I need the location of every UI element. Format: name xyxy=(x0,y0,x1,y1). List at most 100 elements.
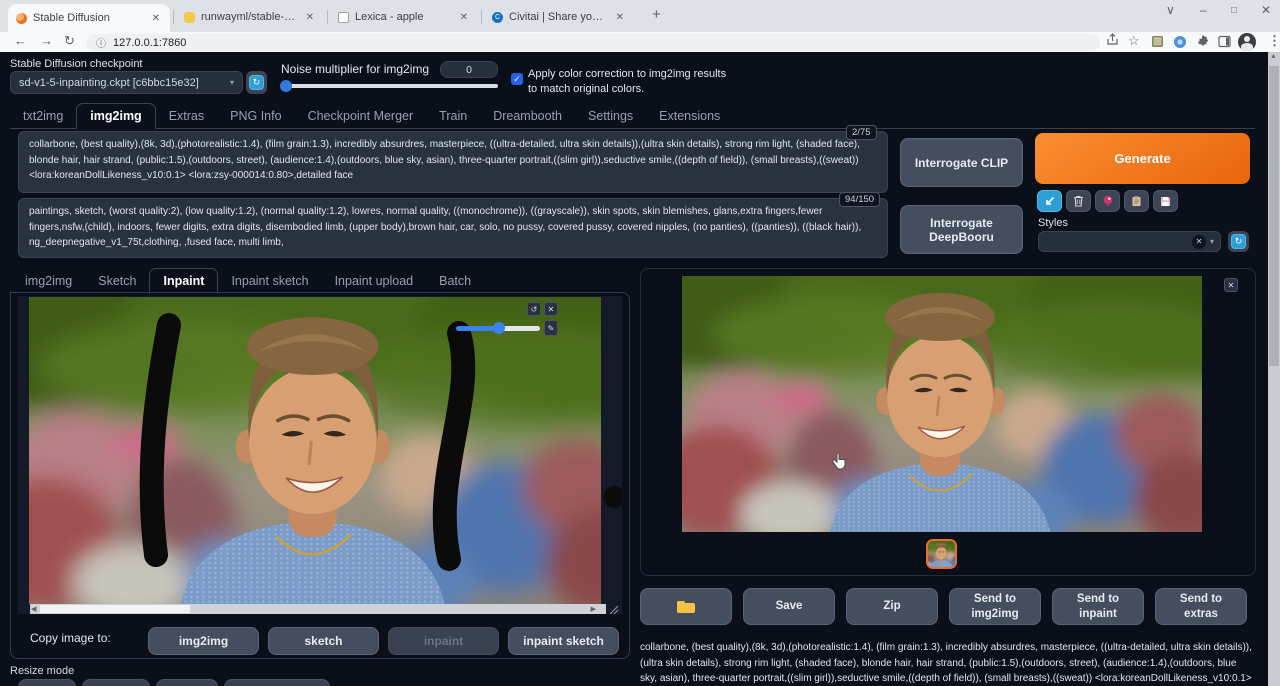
apply-style-button[interactable] xyxy=(1124,190,1149,212)
mode-tab-sketch[interactable]: Sketch xyxy=(85,269,149,293)
negative-prompt-textarea[interactable]: paintings, sketch, (worst quality:2), (l… xyxy=(18,198,888,258)
color-correction-checkbox[interactable]: ✓ xyxy=(511,73,523,85)
resize-mode-label: Resize mode xyxy=(10,665,75,677)
window-maximize-icon[interactable]: □ xyxy=(1231,5,1237,16)
resize-mode-option[interactable] xyxy=(82,679,150,686)
browser-tab[interactable]: Stable Diffusion ✕ xyxy=(8,4,170,32)
checkpoint-refresh-button[interactable]: ↻ xyxy=(246,71,267,94)
styles-dropdown[interactable]: ✕ ▾ xyxy=(1038,231,1221,252)
tab-favicon xyxy=(338,11,349,23)
tab-close-icon[interactable]: ✕ xyxy=(304,12,316,23)
save-button[interactable]: Save xyxy=(743,588,835,625)
scroll-up-icon[interactable]: ▲ xyxy=(1270,53,1277,60)
browser-tab[interactable]: Lexica - apple ✕ xyxy=(330,6,478,28)
browser-tab[interactable]: C Civitai | Share your models ✕ xyxy=(484,6,634,28)
tab-txt2img[interactable]: txt2img xyxy=(10,104,76,128)
open-folder-button[interactable] xyxy=(640,588,732,625)
canvas-h-scrollbar[interactable]: ◀ ▶ xyxy=(30,604,606,614)
checkpoint-dropdown[interactable]: sd-v1-5-inpainting.ckpt [c6bbc15e32] ▾ xyxy=(10,71,243,94)
copy-to-sketch-button[interactable]: sketch xyxy=(268,627,379,655)
tab-checkpoint-merger[interactable]: Checkpoint Merger xyxy=(295,104,427,128)
zip-button[interactable]: Zip xyxy=(846,588,938,625)
extension-grid-icon[interactable] xyxy=(1151,35,1164,51)
resize-mode-option[interactable] xyxy=(156,679,218,686)
bookmark-star-icon[interactable]: ☆ xyxy=(1128,33,1140,49)
clear-styles-icon[interactable]: ✕ xyxy=(1191,234,1206,249)
mode-tab-img2img[interactable]: img2img xyxy=(12,269,85,293)
copy-to-inpaint-sketch-button[interactable]: inpaint sketch xyxy=(508,627,619,655)
tab-dreambooth[interactable]: Dreambooth xyxy=(480,104,575,128)
refresh-icon: ↻ xyxy=(1231,234,1246,249)
resize-grip-icon[interactable] xyxy=(608,604,620,616)
mode-tab-inpaint-sketch[interactable]: Inpaint sketch xyxy=(218,269,321,293)
window-minimize-icon[interactable]: – xyxy=(1200,3,1207,17)
clear-image-icon[interactable]: ✕ xyxy=(544,302,558,316)
side-panel-icon[interactable] xyxy=(1218,35,1231,51)
browser-tab[interactable]: runwayml/stable-diffusion-inpai ✕ xyxy=(176,6,324,28)
scrollbar-thumb[interactable] xyxy=(40,605,190,613)
tab-img2img[interactable]: img2img xyxy=(76,103,156,129)
interrogate-clip-button[interactable]: Interrogate CLIP xyxy=(900,138,1023,187)
slider-handle[interactable] xyxy=(280,80,292,92)
scrollbar-thumb[interactable] xyxy=(1269,66,1279,366)
tab-extensions[interactable]: Extensions xyxy=(646,104,733,128)
styles-refresh-button[interactable]: ↻ xyxy=(1228,231,1249,252)
resize-mode-option[interactable] xyxy=(224,679,330,686)
send-to-inpaint-button[interactable]: Send to inpaint xyxy=(1052,588,1144,625)
scroll-right-icon[interactable]: ▶ xyxy=(591,605,596,613)
tab-close-icon[interactable]: ✕ xyxy=(458,12,470,23)
mode-tab-batch[interactable]: Batch xyxy=(426,269,484,293)
inpaint-canvas[interactable]: ↺ ✕ ✎ xyxy=(18,296,622,614)
paste-params-button[interactable] xyxy=(1037,190,1062,212)
tab-close-icon[interactable]: ✕ xyxy=(614,12,626,23)
send-to-extras-button[interactable]: Send to extras xyxy=(1155,588,1247,625)
extensions-puzzle-icon[interactable] xyxy=(1197,35,1210,51)
browser-menu-icon[interactable]: ⋮ xyxy=(1268,33,1280,49)
tab-extras[interactable]: Extras xyxy=(156,104,217,128)
close-gallery-icon[interactable]: ✕ xyxy=(1224,278,1238,292)
back-icon[interactable]: ← xyxy=(14,33,27,48)
interrogate-deepbooru-button[interactable]: Interrogate DeepBooru xyxy=(900,205,1023,254)
profile-avatar[interactable] xyxy=(1238,33,1256,51)
window-chevron-icon[interactable]: ∨ xyxy=(1166,3,1175,17)
address-bar[interactable]: ⓘ 127.0.0.1:7860 xyxy=(86,34,1100,51)
brush-size-slider[interactable] xyxy=(456,322,540,334)
mode-tab-inpaint-upload[interactable]: Inpaint upload xyxy=(322,269,427,293)
main-tab-bar: txt2img img2img Extras PNG Info Checkpoint M… xyxy=(10,103,1255,129)
brush-icon[interactable]: ✎ xyxy=(544,320,558,336)
scroll-left-icon[interactable]: ◀ xyxy=(31,605,36,613)
tab-divider xyxy=(481,10,482,24)
tab-title: Civitai | Share your models xyxy=(509,11,608,23)
undo-icon[interactable]: ↺ xyxy=(527,302,541,316)
tab-png-info[interactable]: PNG Info xyxy=(217,104,294,128)
mode-tab-inpaint[interactable]: Inpaint xyxy=(149,268,219,294)
send-to-img2img-button[interactable]: Send to img2img xyxy=(949,588,1041,625)
noise-multiplier-value[interactable]: 0 xyxy=(440,61,498,78)
page-scrollbar[interactable]: ▲ xyxy=(1268,52,1280,686)
clear-prompt-button[interactable] xyxy=(1066,190,1091,212)
noise-multiplier-slider[interactable] xyxy=(280,80,498,92)
copy-to-inpaint-button: inpaint xyxy=(388,627,499,655)
tab-close-icon[interactable]: ✕ xyxy=(150,13,162,24)
reload-icon[interactable]: ↻ xyxy=(64,33,75,49)
media-circle-icon[interactable] xyxy=(1174,36,1186,48)
tab-train[interactable]: Train xyxy=(426,104,480,128)
new-tab-button[interactable]: + xyxy=(652,6,661,23)
folder-icon xyxy=(677,600,695,613)
generate-button[interactable]: Generate xyxy=(1035,133,1250,184)
forward-icon[interactable]: → xyxy=(40,33,53,48)
result-image[interactable] xyxy=(682,276,1202,532)
slider-handle[interactable] xyxy=(492,322,505,334)
share-icon[interactable] xyxy=(1106,33,1119,49)
save-style-button[interactable] xyxy=(1153,190,1178,212)
gallery-thumbnail-selected[interactable] xyxy=(926,539,957,569)
tab-favicon xyxy=(184,11,195,23)
window-close-icon[interactable]: ✕ xyxy=(1261,3,1271,17)
site-info-icon[interactable]: ⓘ xyxy=(96,35,106,50)
resize-mode-option[interactable] xyxy=(18,679,76,686)
extra-networks-button[interactable] xyxy=(1095,190,1120,212)
copy-to-img2img-button[interactable]: img2img xyxy=(148,627,259,655)
tab-settings[interactable]: Settings xyxy=(575,104,646,128)
prompt-textarea[interactable]: collarbone, (best quality),(8k, 3d),(pho… xyxy=(18,131,888,193)
tab-favicon: C xyxy=(492,11,503,23)
